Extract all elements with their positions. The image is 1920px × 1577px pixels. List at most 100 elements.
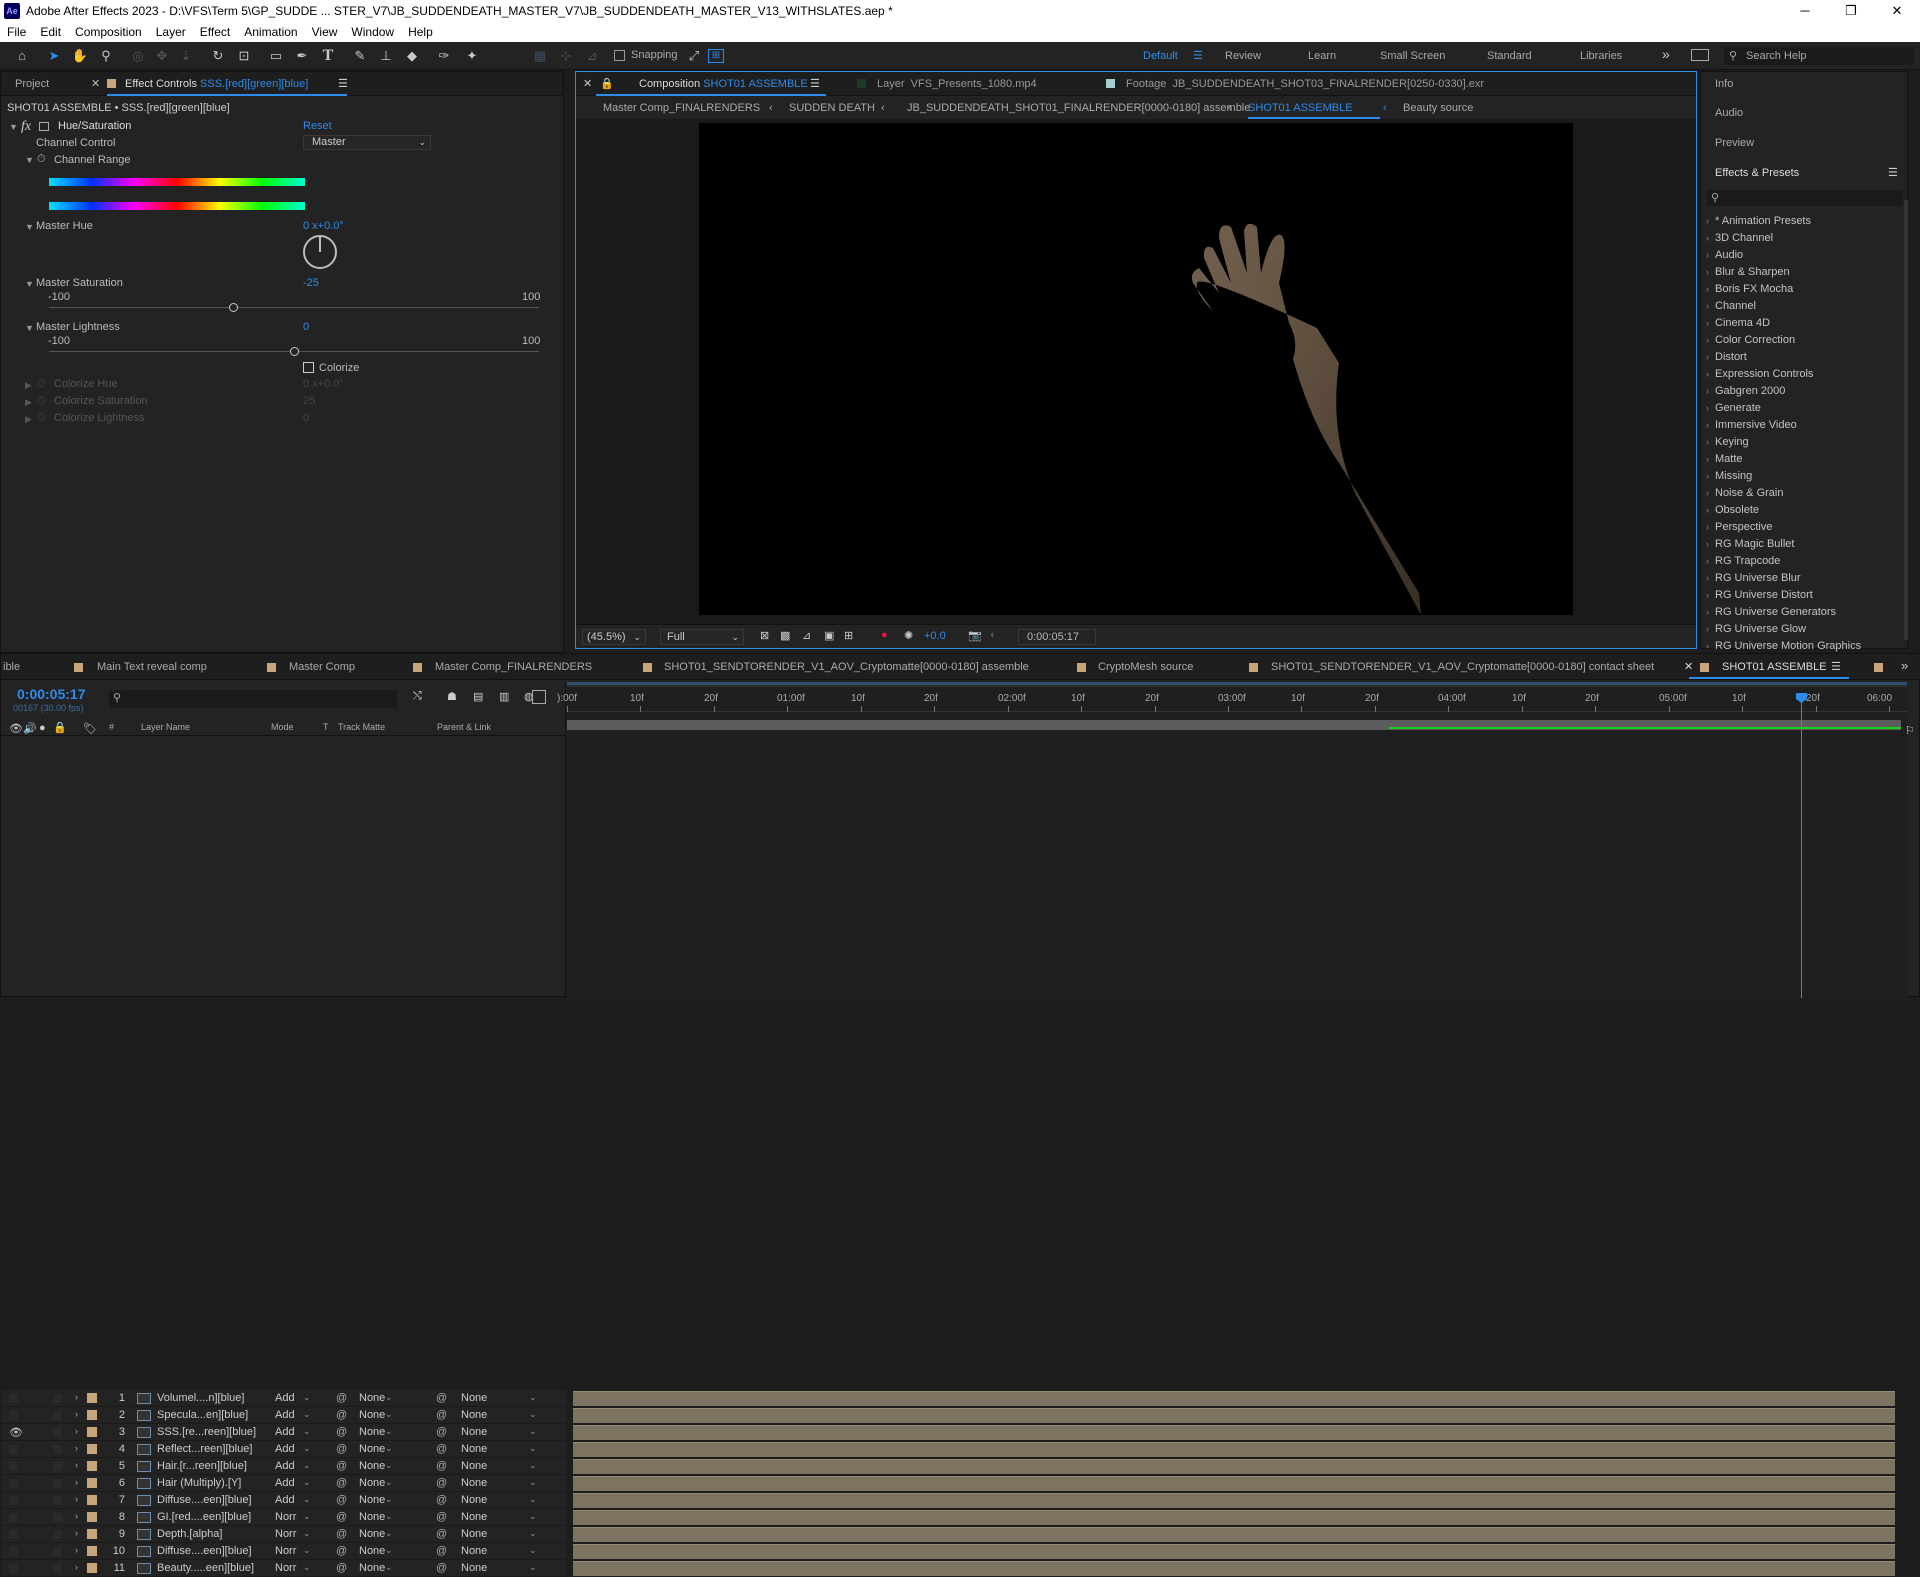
effects-panel-menu-icon[interactable]: ☰ bbox=[1888, 166, 1898, 179]
hand-tool-icon[interactable]: ✋ bbox=[70, 47, 90, 65]
colorize-saturation-stopwatch-icon[interactable]: ⏱ bbox=[37, 395, 46, 408]
comp-button-icon[interactable]: ⚐ bbox=[1905, 724, 1915, 737]
track-matte-pickwhip-icon[interactable]: @ bbox=[336, 1528, 347, 1540]
channel-range-input-bar[interactable] bbox=[49, 178, 305, 186]
draft-3d-icon[interactable]: ☗ bbox=[447, 690, 457, 703]
layer-label-swatch[interactable] bbox=[87, 1495, 97, 1505]
snap-edges-icon[interactable]: ⤢ bbox=[684, 47, 704, 65]
lock-toggle[interactable] bbox=[53, 1445, 62, 1454]
track-matte-value[interactable]: None bbox=[359, 1494, 385, 1506]
fx-icon[interactable]: fx bbox=[21, 119, 31, 135]
roto-brush-icon[interactable]: ✑ bbox=[434, 47, 454, 65]
menu-help[interactable]: Help bbox=[401, 25, 440, 39]
chevron-right-icon[interactable]: › bbox=[75, 1460, 78, 1470]
layer-label-swatch[interactable] bbox=[87, 1529, 97, 1539]
color-channels-icon[interactable]: ● bbox=[881, 629, 888, 641]
label-header-icon[interactable]: 🏷 bbox=[83, 722, 97, 735]
chevron-right-icon[interactable]: › bbox=[75, 1494, 78, 1504]
layer-duration-bar[interactable] bbox=[573, 1493, 1895, 1508]
layer-search-input[interactable]: ⚲ bbox=[109, 690, 397, 708]
master-saturation-value[interactable]: -25 bbox=[303, 277, 319, 289]
layer-mode[interactable]: Norr bbox=[275, 1562, 296, 1574]
master-lightness-twirl-icon[interactable]: ▼ bbox=[25, 323, 34, 333]
layer-name[interactable]: Diffuse....een][blue] bbox=[157, 1545, 252, 1557]
preset-category[interactable]: › Perspective bbox=[1706, 521, 1772, 533]
preset-category[interactable]: › Obsolete bbox=[1706, 504, 1759, 516]
layer-label-swatch[interactable] bbox=[87, 1427, 97, 1437]
lock-toggle[interactable] bbox=[53, 1394, 62, 1403]
hide-shy-icon[interactable]: ▤ bbox=[473, 690, 483, 703]
layer-label-swatch[interactable] bbox=[87, 1546, 97, 1556]
viewer-menu-icon[interactable]: ☰ bbox=[810, 77, 820, 90]
preset-category[interactable]: › Matte bbox=[1706, 453, 1743, 465]
comp-tab-1[interactable]: Main Text reveal comp bbox=[97, 661, 207, 673]
track-matte-value[interactable]: None bbox=[359, 1528, 385, 1540]
preset-category[interactable]: › Blur & Sharpen bbox=[1706, 266, 1790, 278]
layer-label-swatch[interactable] bbox=[87, 1410, 97, 1420]
puppet-pin-icon[interactable]: ✦ bbox=[462, 47, 482, 65]
chevron-right-icon[interactable]: › bbox=[75, 1426, 78, 1436]
colorize-saturation-twirl-icon[interactable]: ▶ bbox=[25, 397, 32, 408]
layer-duration-bar[interactable] bbox=[573, 1476, 1895, 1491]
panel-menu-icon[interactable]: ☰ bbox=[338, 77, 348, 90]
preset-category[interactable]: › Immersive Video bbox=[1706, 419, 1797, 431]
visibility-toggle[interactable] bbox=[9, 1530, 18, 1539]
layer-name[interactable]: GI.[red....een][blue] bbox=[157, 1511, 251, 1523]
preset-category[interactable]: › RG Universe Distort bbox=[1706, 589, 1813, 601]
comp-tab-3[interactable]: Master Comp_FINALRENDERS bbox=[435, 661, 592, 673]
preset-category[interactable]: › Audio bbox=[1706, 249, 1743, 261]
chevron-right-icon[interactable]: › bbox=[75, 1545, 78, 1555]
timeline-menu-icon[interactable]: ☰ bbox=[1831, 660, 1841, 673]
presets-scrollbar[interactable] bbox=[1904, 200, 1908, 640]
zoom-dropdown[interactable]: (45.5%) ⌄ bbox=[582, 629, 646, 645]
breadcrumb-3[interactable]: SHOT01 ASSEMBLE bbox=[1248, 102, 1353, 114]
layer-row[interactable]: › 7 Diffuse....een][blue] Add ⌄ @ None ⌄ @ None ⌄ bbox=[1, 1492, 566, 1509]
menu-effect[interactable]: Effect bbox=[193, 25, 237, 39]
close-comp-tab-icon[interactable]: ✕ bbox=[1684, 660, 1693, 673]
layer-row[interactable]: › 9 Depth.[alpha] Norr ⌄ @ None ⌄ @ None ⌄ bbox=[1, 1526, 566, 1543]
track-matte-value[interactable]: None bbox=[359, 1409, 385, 1421]
saturation-slider-thumb[interactable] bbox=[229, 303, 238, 312]
pan-behind-tool-icon[interactable]: ⊡ bbox=[234, 47, 254, 65]
pan-camera-icon[interactable]: ✥ bbox=[152, 47, 172, 65]
menu-file[interactable]: File bbox=[0, 25, 33, 39]
chevron-right-icon[interactable]: › bbox=[75, 1392, 78, 1402]
fast-preview-icon[interactable]: ⊠ bbox=[760, 629, 769, 642]
master-hue-value[interactable]: 0 x+0.0° bbox=[303, 220, 344, 232]
track-matte-pickwhip-icon[interactable]: @ bbox=[336, 1494, 347, 1506]
menu-composition[interactable]: Composition bbox=[68, 25, 149, 39]
type-tool-icon[interactable]: T bbox=[318, 47, 338, 65]
lock-toggle[interactable] bbox=[53, 1547, 62, 1556]
lock-toggle[interactable] bbox=[53, 1462, 62, 1471]
lightness-slider-thumb[interactable] bbox=[290, 347, 299, 356]
menu-layer[interactable]: Layer bbox=[149, 25, 193, 39]
comp-tab-5[interactable]: CryptoMesh source bbox=[1098, 661, 1193, 673]
track-matte-pickwhip-icon[interactable]: @ bbox=[336, 1460, 347, 1472]
guides-icon[interactable]: ⊞ bbox=[844, 629, 853, 642]
close-comp-tab-icon[interactable]: ✕ bbox=[583, 77, 592, 90]
parent-pickwhip-icon[interactable]: @ bbox=[436, 1511, 447, 1523]
workspace-menu-icon[interactable]: ☰ bbox=[1193, 49, 1203, 62]
layer-mode[interactable]: Add bbox=[275, 1494, 295, 1506]
parent-value[interactable]: None bbox=[461, 1562, 487, 1574]
track-matte-value[interactable]: None bbox=[359, 1511, 385, 1523]
exposure-reset-icon[interactable]: ✺ bbox=[904, 629, 913, 642]
channel-range-output-bar[interactable] bbox=[49, 202, 305, 210]
snap-features-icon[interactable]: ⊞ bbox=[708, 49, 724, 63]
home-icon[interactable]: ⌂ bbox=[12, 47, 32, 65]
rectangle-tool-icon[interactable]: ▭ bbox=[266, 47, 286, 65]
layer-duration-bar[interactable] bbox=[573, 1544, 1895, 1559]
track-matte-pickwhip-icon[interactable]: @ bbox=[336, 1426, 347, 1438]
orbit-camera-icon[interactable]: ◎ bbox=[128, 47, 148, 65]
graph-editor-toggle[interactable] bbox=[532, 690, 546, 704]
layer-mode[interactable]: Norr bbox=[275, 1545, 296, 1557]
lock-toggle[interactable] bbox=[53, 1479, 62, 1488]
layer-duration-bar[interactable] bbox=[573, 1561, 1895, 1576]
tab-footage[interactable]: Footage JB_SUDDENDEATH_SHOT03_FINALRENDE… bbox=[1126, 78, 1484, 90]
layer-duration-bar[interactable] bbox=[573, 1425, 1895, 1440]
eraser-tool-icon[interactable]: ◆ bbox=[402, 47, 422, 65]
master-hue-twirl-icon[interactable]: ▼ bbox=[25, 222, 34, 232]
show-snapshot-icon[interactable]: ◐ bbox=[990, 629, 997, 641]
lock-toggle[interactable] bbox=[53, 1564, 62, 1573]
layer-row[interactable]: 👁 › 3 SSS.[re...reen][blue] Add ⌄ @ None ⌄ @ None ⌄ bbox=[1, 1424, 566, 1441]
